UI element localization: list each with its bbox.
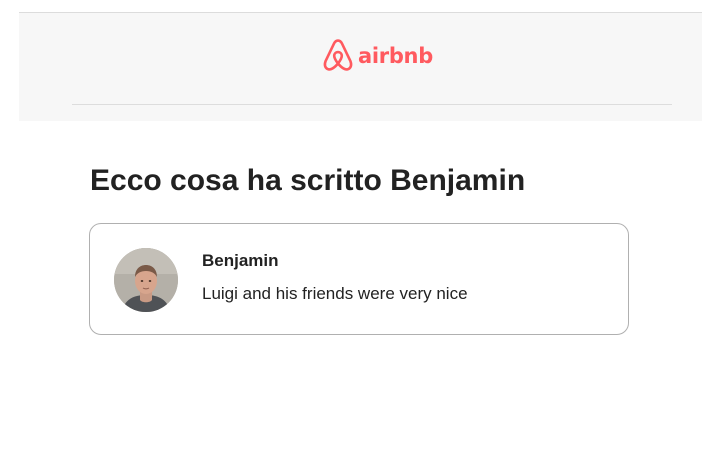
- email-page: airbnb Ecco cosa ha scritto Benjamin Ben…: [0, 0, 720, 453]
- avatar-photo: [114, 248, 178, 312]
- review-card: Benjamin Luigi and his friends were very…: [89, 223, 629, 335]
- review-text: Luigi and his friends were very nice: [202, 284, 468, 303]
- airbnb-belo-icon: [322, 39, 354, 73]
- header-divider: [72, 104, 672, 105]
- airbnb-wordmark: airbnb: [358, 44, 433, 68]
- reviewer-name: Benjamin: [202, 251, 279, 270]
- reviewer-avatar[interactable]: [114, 248, 178, 312]
- airbnb-logo[interactable]: airbnb: [322, 39, 433, 73]
- page-title: Ecco cosa ha scritto Benjamin: [90, 164, 526, 197]
